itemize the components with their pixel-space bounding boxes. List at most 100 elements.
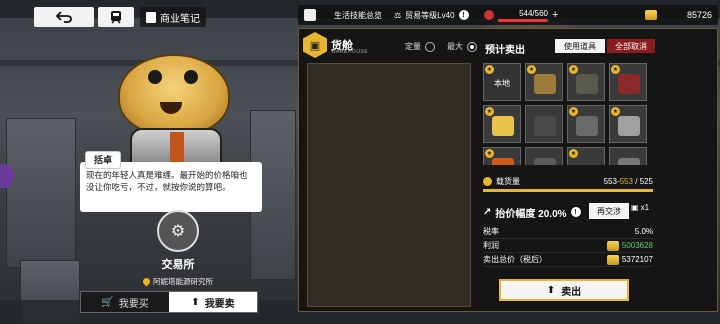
money-display: 85726 [639,5,718,25]
load-bar [483,189,653,192]
sell-item-slot[interactable]: ★ [483,147,521,165]
box-icon: ▣ [303,32,327,58]
sell-item-slot[interactable] [525,105,563,143]
fatigue-meter: 544/560 + [478,5,574,25]
trade-tabs: 🛒 我要买 ⬆ 我要卖 [80,291,258,313]
mode-max-label: 最大 [447,42,463,51]
train-button[interactable] [98,7,134,27]
renegotiate-button[interactable]: 再交涉 [589,203,629,219]
fatigue-value: 544/560 [519,8,548,18]
use-item-button[interactable]: 使用道具 [555,39,605,53]
tab-sell-label: 我要卖 [204,298,235,310]
quantity-mode: 定量 最大 [405,41,477,52]
tab-buy-label: 我要买 [118,298,149,310]
load-bar-fill [483,189,653,192]
document-icon [304,9,316,21]
star-icon: ★ [611,107,620,116]
cargo-subtitle: WAREHOUSE [331,49,369,55]
back-arrow-icon [55,11,72,23]
goods-icon [618,74,640,94]
station-name: 交易所 [161,259,195,271]
station-location-label: 阿妮塔能源研究所 [153,277,213,286]
profit-value-wrap: 5003628 [606,240,653,251]
mode-fixed-label: 定量 [405,42,421,51]
speaker-name: 括卓 [86,152,121,168]
money-value: 85726 [686,10,712,20]
load-current: 553 [603,176,617,186]
expected-sell-title: 预计卖出 [485,45,525,56]
star-icon: ★ [569,107,578,116]
dialog-text: 现在的年轻人真是难缠。最开始的价格咱也没让你吃亏，不过，就按你说的算吧。 [86,170,248,192]
notes-label: 商业笔记 [160,13,200,25]
sell-item-slot[interactable]: ★ [609,63,647,101]
star-icon: ★ [485,107,494,116]
goods-icon [492,158,514,165]
goods-icon [618,158,640,165]
load-row: 载货量 553-553 / 525 [483,171,653,191]
tax-value: 5.0% [634,227,653,236]
fatigue-bar-fill [498,18,547,22]
total-label: 卖出总价（税后） [483,255,547,264]
coin-icon [644,10,657,20]
sell-item-slot[interactable] [525,147,563,165]
star-icon: ★ [485,149,494,158]
mode-max-radio[interactable] [467,41,477,52]
character-head [118,54,230,136]
sell-item-grid: 本地 ★ ★ ★ ★ ★ ★ ★ ★ ★ [483,63,653,165]
location-pin-icon [141,276,152,287]
cargo-slots-area[interactable] [307,63,471,307]
back-button[interactable] [34,7,94,27]
star-icon: ★ [485,65,494,74]
ticket-icon: ▣ [631,203,639,212]
sell-item-slot[interactable]: ★ [567,105,605,143]
fatigue-bar [498,18,548,22]
dialog-box[interactable]: 括卓 现在的年轻人真是难缠。最开始的价格咱也没让你吃亏，不过，就按你说的算吧。 [80,152,262,212]
info-icon[interactable]: ! [458,10,469,20]
tax-label: 税率 [483,227,499,236]
mode-fixed-radio[interactable] [425,41,435,52]
profit-value: 5003628 [621,241,653,250]
trade-level[interactable]: ⚖ 贸易等级Lv40 ! [388,5,478,25]
load-label: 载货量 [496,176,520,186]
coin-icon [606,254,619,265]
goods-icon [576,74,598,94]
add-icon[interactable]: + [552,9,558,21]
total-value-wrap: 5372107 [606,254,653,265]
premium-info-icon[interactable]: ! [570,207,581,217]
fatigue-icon [484,10,494,20]
load-after: 553 [619,176,633,186]
station-info: ⚙ 交易所 阿妮塔能源研究所 [93,210,263,290]
load-value: 553-553 / 525 [603,176,653,186]
trend-up-icon: ↗ [483,206,492,218]
sell-item-slot[interactable]: ★ [567,63,605,101]
truck-icon [483,176,492,186]
sell-item-slot[interactable]: ★ [483,105,521,143]
sell-item-slot[interactable]: ★ [609,105,647,143]
sell-item-slot[interactable]: ★ [567,147,605,165]
star-icon: ★ [611,65,620,74]
goods-icon [534,74,556,94]
goods-icon [618,116,640,136]
trade-panel: ▣ 货舱 WAREHOUSE 定量 最大 预计卖出 使用道具 全部取消 本地 ★ ★… [298,28,718,312]
merchant-character [100,40,250,180]
trade-level-label: 贸易等级Lv40 [405,10,455,20]
cart-icon: 🛒 [101,296,114,308]
station-emblem-icon: ⚙ [157,210,199,252]
sell-button[interactable]: ⬆ 卖出 [499,279,629,301]
life-skills-label: 生活技能总览 [334,10,382,20]
tab-sell[interactable]: ⬆ 我要卖 [169,292,257,312]
premium-label: 抬价幅度 20.0% [495,208,567,220]
sell-item-slot[interactable]: ★ [525,63,563,101]
renegotiate-count-value: x1 [640,203,650,212]
goods-icon [534,158,556,165]
sell-item-slot[interactable] [609,147,647,165]
tab-buy[interactable]: 🛒 我要买 [81,292,169,312]
sell-item-slot[interactable]: 本地 ★ [483,63,521,101]
train-icon [111,11,121,24]
status-bar: 生活技能总览 ⚖ 贸易等级Lv40 ! 544/560 + 85726 [298,5,718,25]
cancel-all-button[interactable]: 全部取消 [607,39,655,53]
business-notes-button[interactable]: 商业笔记 [140,7,206,27]
renegotiate-count: ▣ x1 [631,203,649,212]
star-icon: ★ [569,149,578,158]
life-skills-button[interactable]: 生活技能总览 [298,5,388,25]
